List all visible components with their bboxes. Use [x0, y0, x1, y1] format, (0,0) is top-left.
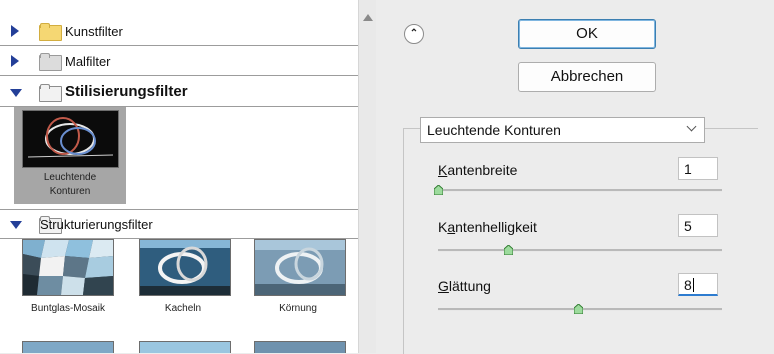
expand-triangle-icon[interactable] [11, 25, 19, 37]
filter-select-dropdown[interactable]: Leuchtende Konturen [420, 117, 705, 143]
thumb-label: Buntglas-Mosaik [31, 303, 105, 314]
collapse-triangle-icon[interactable] [10, 221, 22, 229]
param-label-kantenbreite: Kantenbreite [438, 162, 517, 178]
thumb-label: Körnung [279, 303, 317, 314]
category-malfilter[interactable]: Malfilter [0, 47, 358, 76]
param-label-pre: K [438, 219, 448, 235]
folder-icon [39, 23, 62, 41]
param-label-glaettung: Glättung [438, 278, 491, 294]
collapse-gallery-button[interactable]: ⌃ [404, 24, 424, 44]
category-label: Kunstfilter [65, 24, 123, 39]
glaettung-slider-thumb[interactable] [574, 304, 583, 314]
filter-gallery-list: Kunstfilter Malfilter Stilisierungsfilte… [0, 0, 358, 353]
glaettung-input[interactable]: 8 [678, 273, 718, 296]
glaettung-input-value: 8 [684, 277, 692, 293]
category-label: Strukturierungsfilter [40, 217, 153, 232]
filter-select-value: Leuchtende Konturen [427, 122, 561, 138]
param-label-kantenhelligkeit: Kantenhelligkeit [438, 219, 537, 235]
kacheln-preview [139, 239, 231, 296]
leuchtende-konturen-preview [22, 110, 119, 168]
folder-icon [39, 53, 62, 71]
mnemonic-underline: a [447, 219, 456, 235]
kantenhelligkeit-slider-track[interactable] [438, 249, 722, 252]
param-label-rest: antenbreite [447, 162, 518, 178]
double-chevron-up-icon: ⌃ [409, 28, 419, 39]
category-label: Stilisierungsfilter [65, 83, 188, 100]
filter-thumb-buntglas-mosaik[interactable]: Buntglas-Mosaik [18, 239, 118, 319]
mnemonic-underline: K [438, 162, 448, 178]
thumb-label-line2: Konturen [49, 186, 91, 197]
category-stilisierungsfilter[interactable]: Stilisierungsfilter [0, 78, 358, 107]
list-scrollbar[interactable] [358, 0, 376, 353]
thumb-label-line1: Leuchtende [43, 172, 97, 183]
filter-thumb-partial[interactable] [139, 341, 231, 353]
thumb-label: Kacheln [164, 303, 202, 314]
mnemonic-underline: G [438, 278, 449, 294]
filter-thumb-partial[interactable] [22, 341, 114, 353]
filter-thumb-koernung[interactable]: Körnung [248, 239, 348, 319]
category-strukturierungsfilter[interactable]: Strukturierungsfilter [0, 209, 358, 239]
chevron-down-icon [686, 121, 697, 132]
kantenbreite-input[interactable]: 1 [678, 157, 718, 180]
filter-thumb-leuchtende-konturen[interactable]: Leuchtende Konturen [14, 107, 126, 204]
kantenbreite-slider-thumb[interactable] [434, 185, 443, 195]
param-label-rest: ntenhelligkeit [455, 219, 537, 235]
filter-thumb-kacheln[interactable]: Kacheln [133, 239, 233, 319]
scroll-up-arrow-icon[interactable] [363, 14, 373, 21]
category-kunstfilter[interactable]: Kunstfilter [0, 17, 358, 46]
kantenhelligkeit-slider-thumb[interactable] [504, 245, 513, 255]
expand-triangle-icon[interactable] [11, 55, 19, 67]
text-caret [692, 278, 694, 292]
kantenbreite-slider-track[interactable] [438, 189, 722, 192]
param-label-rest: lättung [448, 278, 491, 294]
collapse-triangle-icon[interactable] [10, 89, 22, 97]
open-folder-icon [39, 84, 62, 102]
koernung-preview [254, 239, 346, 296]
category-label: Malfilter [65, 54, 111, 69]
ok-button[interactable]: OK [518, 19, 656, 49]
cancel-button[interactable]: Abbrechen [518, 62, 656, 92]
buntglas-mosaik-preview [22, 239, 114, 296]
kantenhelligkeit-input[interactable]: 5 [678, 214, 718, 237]
filter-thumb-partial[interactable] [254, 341, 346, 353]
